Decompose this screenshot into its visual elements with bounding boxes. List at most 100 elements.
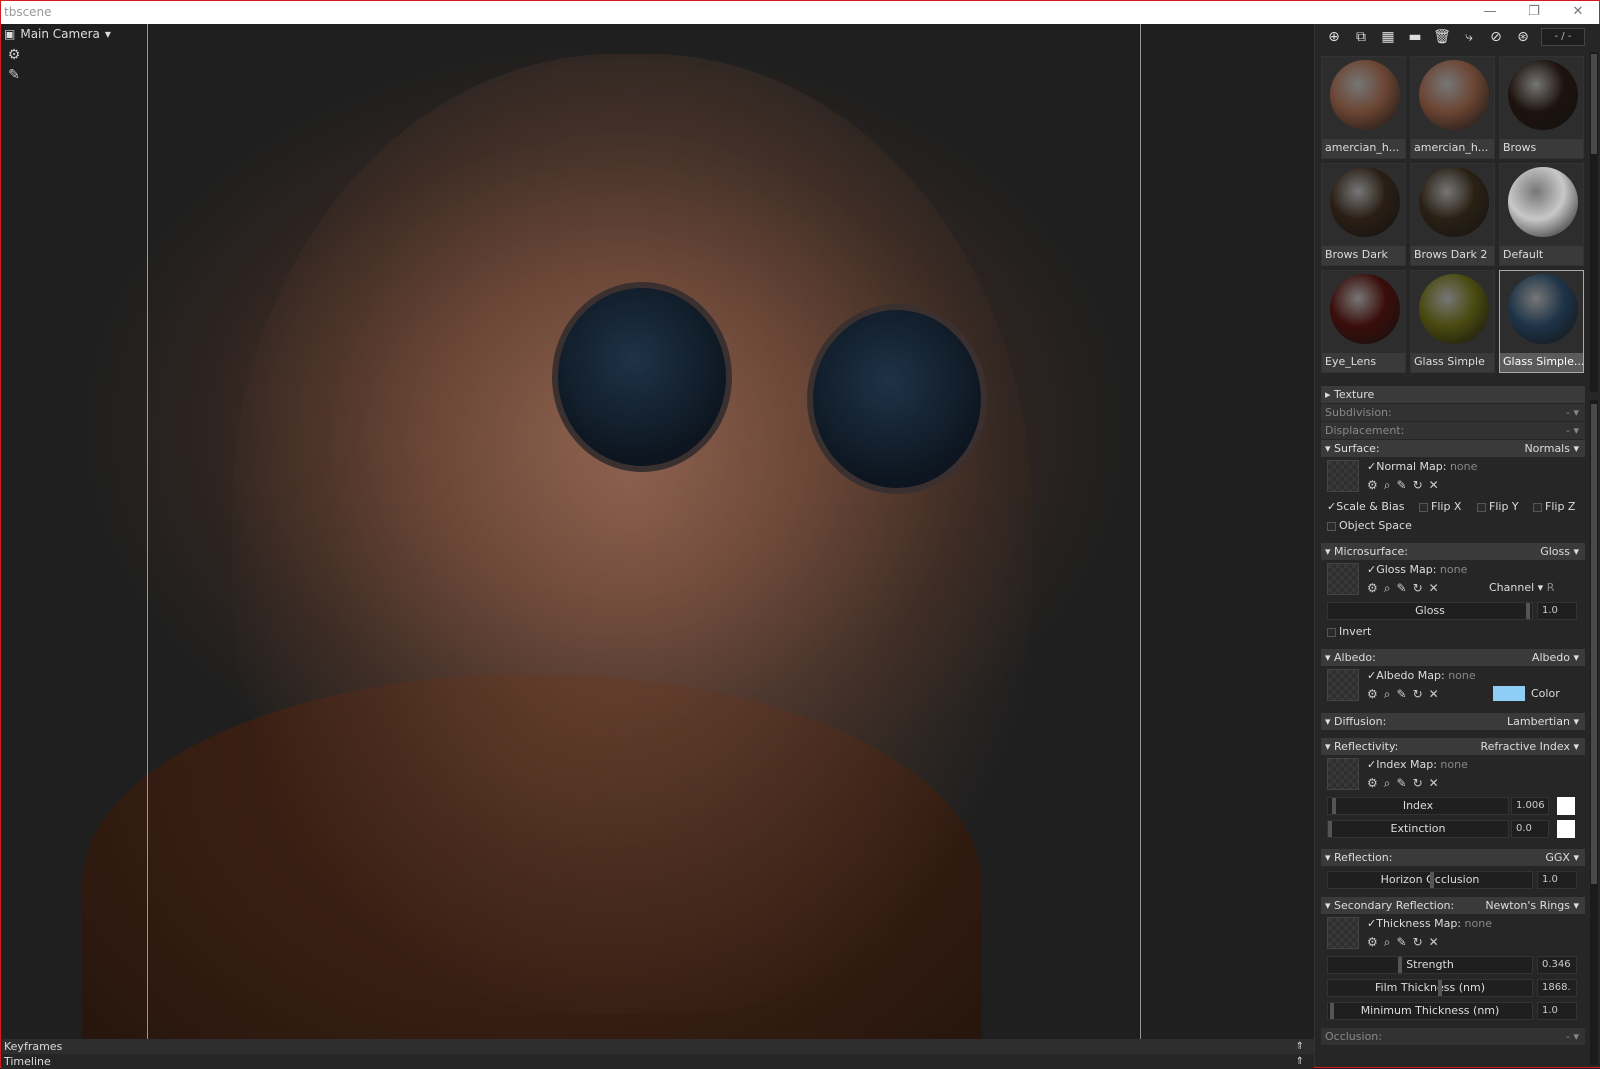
flip-x-checkbox[interactable]: Flip X bbox=[1419, 500, 1461, 513]
trash-icon[interactable]: 🗑 bbox=[1431, 27, 1453, 47]
scroll-thumb[interactable] bbox=[1591, 54, 1597, 154]
index-value[interactable]: 1.006 bbox=[1511, 797, 1549, 815]
object-space-checkbox[interactable]: Object Space bbox=[1327, 519, 1412, 532]
section-reflectivity[interactable]: ▾ Reflectivity: Refractive Index bbox=[1321, 738, 1585, 755]
min-thickness-slider[interactable]: Minimum Thickness (nm) bbox=[1327, 1002, 1533, 1020]
reload-icon[interactable]: ↻ bbox=[1413, 581, 1423, 596]
gloss-slider[interactable]: Gloss bbox=[1327, 602, 1533, 620]
expand-icon[interactable]: ⇑ bbox=[1296, 1054, 1304, 1069]
invert-checkbox[interactable]: Invert bbox=[1327, 625, 1371, 638]
gear-icon[interactable]: ⚙ bbox=[1367, 687, 1378, 702]
index-map-thumb[interactable] bbox=[1327, 758, 1359, 790]
thickness-map-label: ✓Thickness Map: none bbox=[1367, 917, 1492, 930]
material-tile[interactable]: Eye_Lens bbox=[1321, 270, 1406, 373]
section-displacement[interactable]: Displacement: - bbox=[1321, 422, 1585, 439]
albedo-color-swatch[interactable] bbox=[1493, 686, 1525, 701]
index-color-swatch[interactable] bbox=[1557, 797, 1575, 815]
section-secondary-reflection[interactable]: ▾ Secondary Reflection: Newton's Rings bbox=[1321, 897, 1585, 914]
close-icon[interactable]: ✕ bbox=[1429, 687, 1439, 702]
edit-icon[interactable]: ✎ bbox=[1397, 581, 1407, 596]
section-reflection[interactable]: ▾ Reflection: GGX bbox=[1321, 849, 1585, 866]
folder-icon[interactable]: ▬ bbox=[1404, 27, 1426, 47]
flip-y-checkbox[interactable]: Flip Y bbox=[1477, 500, 1519, 513]
keyframes-bar[interactable]: Keyframes ⇑ bbox=[2, 1039, 1314, 1054]
search-icon[interactable]: ⌕ bbox=[1384, 935, 1391, 950]
close-button[interactable]: ✕ bbox=[1567, 3, 1589, 21]
material-scrollbar[interactable] bbox=[1590, 52, 1598, 392]
gear-icon[interactable]: ⚙ bbox=[1367, 935, 1378, 950]
brush-icon[interactable]: ✎ bbox=[6, 67, 22, 83]
close-icon[interactable]: ✕ bbox=[1429, 478, 1439, 493]
index-slider[interactable]: Index bbox=[1327, 797, 1509, 815]
duplicate-icon[interactable]: ⧉ bbox=[1350, 27, 1372, 47]
gloss-value[interactable]: 1.0 bbox=[1537, 602, 1577, 620]
gear-icon[interactable]: ⚙ bbox=[1367, 478, 1378, 493]
material-tile[interactable]: Glass Simple bbox=[1410, 270, 1495, 373]
timeline-bar[interactable]: Timeline ⇑ bbox=[2, 1054, 1314, 1069]
expand-icon[interactable]: ⇑ bbox=[1296, 1039, 1304, 1054]
material-tile[interactable]: Brows Dark bbox=[1321, 163, 1406, 266]
section-diffusion[interactable]: ▾ Diffusion: Lambertian bbox=[1321, 713, 1585, 730]
search-icon[interactable]: ⌕ bbox=[1384, 687, 1391, 702]
add-material-icon[interactable]: ⊕ bbox=[1323, 27, 1345, 47]
scale-bias-checkbox[interactable]: ✓Scale & Bias bbox=[1327, 500, 1404, 513]
search-icon[interactable]: ⌕ bbox=[1384, 776, 1391, 791]
section-microsurface[interactable]: ▾ Microsurface: Gloss bbox=[1321, 543, 1585, 560]
strength-value[interactable]: 0.346 bbox=[1537, 956, 1577, 974]
minimize-button[interactable]: — bbox=[1479, 3, 1501, 21]
gear-icon[interactable]: ⚙ bbox=[6, 47, 22, 63]
close-icon[interactable]: ✕ bbox=[1429, 935, 1439, 950]
gear-icon[interactable]: ⚙ bbox=[1367, 776, 1378, 791]
extinction-value[interactable]: 0.0 bbox=[1511, 820, 1549, 838]
close-icon[interactable]: ✕ bbox=[1429, 776, 1439, 791]
extinction-slider[interactable]: Extinction bbox=[1327, 820, 1509, 838]
search-icon[interactable]: ⌕ bbox=[1384, 581, 1391, 596]
checker-icon[interactable]: ▦ bbox=[1377, 27, 1399, 47]
gear-icon[interactable]: ⚙ bbox=[1367, 581, 1378, 596]
material-preview bbox=[1330, 60, 1400, 130]
strength-slider[interactable]: Strength bbox=[1327, 956, 1533, 974]
reload-icon[interactable]: ↻ bbox=[1413, 776, 1423, 791]
film-thickness-value[interactable]: 1868. bbox=[1537, 979, 1577, 997]
edit-icon[interactable]: ✎ bbox=[1397, 935, 1407, 950]
material-tile[interactable]: amercian_h... bbox=[1321, 56, 1406, 159]
properties-scrollbar[interactable] bbox=[1590, 400, 1598, 1065]
edit-icon[interactable]: ✎ bbox=[1397, 478, 1407, 493]
section-subdivision[interactable]: Subdivision: - bbox=[1321, 404, 1585, 421]
flip-z-checkbox[interactable]: Flip Z bbox=[1533, 500, 1575, 513]
channel-select[interactable]: Channel ▾ R bbox=[1489, 581, 1554, 594]
edit-icon[interactable]: ✎ bbox=[1397, 687, 1407, 702]
camera-menu[interactable]: ▣ Main Camera ▾ bbox=[4, 27, 111, 41]
material-tile[interactable]: Glass Simple... bbox=[1499, 270, 1584, 373]
search-icon[interactable]: ⌕ bbox=[1384, 478, 1391, 493]
thickness-map-thumb[interactable] bbox=[1327, 917, 1359, 949]
gloss-map-thumb[interactable] bbox=[1327, 563, 1359, 595]
page-indicator[interactable]: - / - bbox=[1541, 28, 1585, 46]
3d-viewport[interactable]: ▣ Main Camera ▾ ⚙ ✎ bbox=[2, 24, 1314, 1039]
section-texture[interactable]: ▸ Texture bbox=[1321, 386, 1585, 403]
horizon-occlusion-slider[interactable]: Horizon Occlusion bbox=[1327, 871, 1533, 889]
min-thickness-value[interactable]: 1.0 bbox=[1537, 1002, 1577, 1020]
normal-map-thumb[interactable] bbox=[1327, 460, 1359, 492]
reload-icon[interactable]: ↻ bbox=[1413, 478, 1423, 493]
reload-icon[interactable]: ↻ bbox=[1413, 687, 1423, 702]
material-tile[interactable]: amercian_h... bbox=[1410, 56, 1495, 159]
scroll-thumb[interactable] bbox=[1591, 404, 1597, 884]
albedo-map-thumb[interactable] bbox=[1327, 669, 1359, 701]
reload-icon[interactable]: ↻ bbox=[1413, 935, 1423, 950]
section-albedo[interactable]: ▾ Albedo: Albedo bbox=[1321, 649, 1585, 666]
edit-icon[interactable]: ✎ bbox=[1397, 776, 1407, 791]
section-surface[interactable]: ▾ Surface: Normals bbox=[1321, 440, 1585, 457]
section-occlusion[interactable]: Occlusion: - bbox=[1321, 1028, 1585, 1045]
restore-button[interactable]: ❐ bbox=[1523, 3, 1545, 21]
close-icon[interactable]: ✕ bbox=[1429, 581, 1439, 596]
material-tile[interactable]: Brows Dark 2 bbox=[1410, 163, 1495, 266]
horizon-occlusion-value[interactable]: 1.0 bbox=[1537, 871, 1577, 889]
extinction-color-swatch[interactable] bbox=[1557, 820, 1575, 838]
pick-icon[interactable]: ⊘ bbox=[1485, 27, 1507, 47]
export-icon[interactable]: ⊛ bbox=[1512, 27, 1534, 47]
material-tile[interactable]: Brows bbox=[1499, 56, 1584, 159]
material-tile[interactable]: Default bbox=[1499, 163, 1584, 266]
film-thickness-slider[interactable]: Film Thickness (nm) bbox=[1327, 979, 1533, 997]
assign-icon[interactable]: ⤷ bbox=[1458, 27, 1480, 47]
